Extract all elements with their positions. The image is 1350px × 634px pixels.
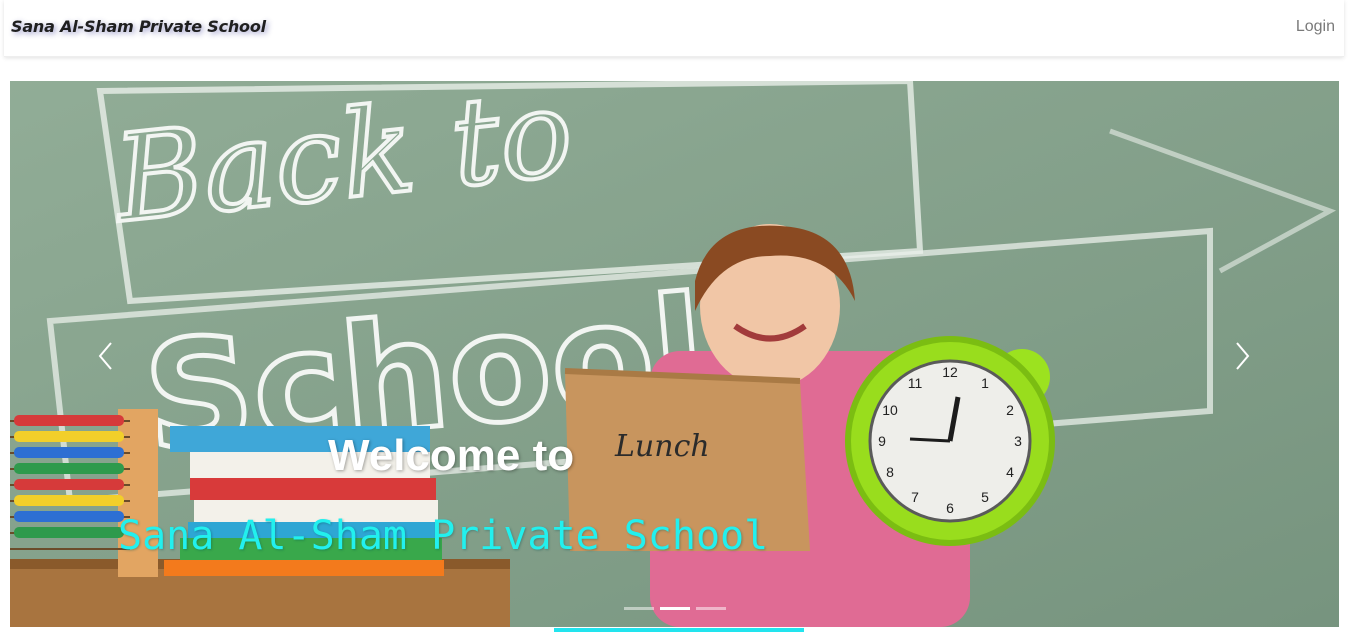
brand-title[interactable]: Sana Al-Sham Private School [11, 17, 266, 36]
svg-text:3: 3 [1014, 433, 1022, 449]
svg-text:9: 9 [878, 433, 886, 449]
carousel-indicator-3[interactable] [696, 607, 726, 610]
login-link[interactable]: Login [1296, 18, 1335, 36]
chevron-right-icon [1236, 342, 1250, 370]
svg-text:7: 7 [911, 489, 919, 505]
svg-text:8: 8 [886, 464, 894, 480]
svg-text:5: 5 [981, 489, 989, 505]
accent-bar [554, 628, 804, 632]
carousel-next-control[interactable] [1222, 336, 1262, 376]
svg-text:2: 2 [1006, 402, 1014, 418]
caption-title: Welcome to [328, 431, 575, 480]
caption-subtitle: Sana Al-Sham Private School [118, 513, 769, 559]
carousel-indicators [624, 607, 726, 610]
svg-text:6: 6 [946, 500, 954, 516]
carousel-indicator-1[interactable] [624, 607, 654, 610]
lunch-bag-label: Lunch [614, 429, 710, 464]
svg-text:12: 12 [942, 364, 958, 380]
svg-text:11: 11 [908, 375, 923, 391]
hero-carousel[interactable]: Back to School Lunch 12 1 2 3 4 5 6 7 8 … [10, 81, 1339, 627]
svg-text:1: 1 [981, 375, 989, 391]
carousel-indicator-2[interactable] [660, 607, 690, 610]
svg-text:10: 10 [882, 402, 898, 418]
top-navbar: Sana Al-Sham Private School Login [4, 0, 1344, 57]
chevron-left-icon [98, 342, 112, 370]
carousel-prev-control[interactable] [86, 336, 126, 376]
svg-text:4: 4 [1006, 464, 1014, 480]
